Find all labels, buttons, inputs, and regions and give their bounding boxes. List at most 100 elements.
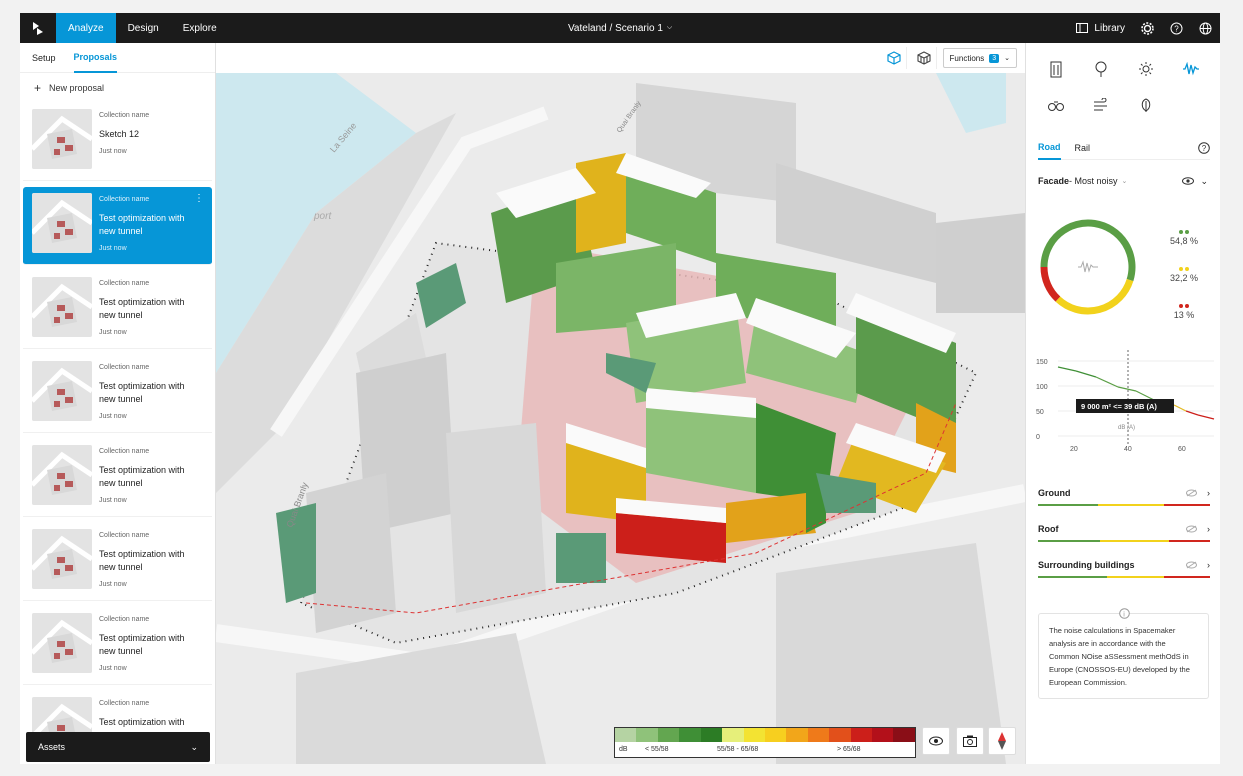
proposal-card[interactable]: Collection name Test optimization with n…: [23, 523, 212, 601]
proposal-card[interactable]: Collection name Test optimization with n…: [23, 187, 212, 265]
tab-analyze[interactable]: Analyze: [56, 13, 116, 43]
eye-icon[interactable]: [1182, 177, 1194, 185]
info-text: The noise calculations in Spacemaker ana…: [1049, 626, 1190, 687]
noise-wave-icon[interactable]: [1181, 59, 1201, 79]
y-tick-label: 50: [1036, 409, 1044, 416]
scenario-selector[interactable]: Vateland / Scenario 1 ⌵: [568, 13, 672, 43]
legend-swatch: [786, 728, 808, 742]
chevron-down-icon: ⌄: [1004, 55, 1010, 62]
surface-section[interactable]: Surrounding buildings ›: [1038, 560, 1210, 570]
svg-text:?: ?: [1202, 144, 1207, 153]
tab-proposals[interactable]: Proposals: [73, 43, 118, 73]
proposal-card[interactable]: Collection name Test optimization with n…: [23, 439, 212, 517]
donut-segment: [1040, 266, 1061, 302]
building-icon[interactable]: [1046, 59, 1066, 79]
legend-swatch: [679, 728, 701, 742]
tab-rail[interactable]: Rail: [1075, 143, 1091, 153]
tab-explore[interactable]: Explore: [171, 13, 229, 43]
noise-area-graph: 150 100 50 0 20 40 60 9 000 m² <= 39 dB (A) dB (…: [1036, 350, 1215, 453]
map-viewport[interactable]: La Seine port Quai Branly Quai Branly dB…: [216, 73, 1025, 764]
facade-donut-chart: [1040, 219, 1136, 315]
tab-design[interactable]: Design: [116, 13, 171, 43]
donut-segment: [1055, 278, 1134, 315]
proposal-thumbnail: [32, 361, 92, 421]
port-label: port: [313, 211, 332, 222]
tree-icon[interactable]: [1091, 59, 1111, 79]
wind-icon[interactable]: [1091, 95, 1111, 115]
donut-segment: [1040, 219, 1136, 282]
legend-low: < 55/58: [645, 745, 669, 753]
legend-color-bar: [615, 728, 915, 742]
top-bar: Analyze Design Explore Vateland / Scenar…: [20, 13, 1220, 43]
functions-count-badge: 3: [989, 53, 1000, 63]
proposal-name: Test optimization with new tunnel: [99, 297, 185, 320]
section-noise-bar: [1038, 576, 1210, 578]
functions-label: Functions: [949, 53, 985, 63]
chevron-right-icon[interactable]: ›: [1207, 560, 1210, 570]
curve-segment: [1173, 404, 1187, 412]
curve-segment: [1185, 410, 1199, 416]
proposal-time: Just now: [99, 665, 127, 672]
more-options-icon[interactable]: ⋮: [194, 193, 204, 204]
noise-legend: dB < 55/58 55/58 - 65/68 > 65/68: [614, 727, 916, 758]
city-scene: La Seine port Quai Branly Quai Branly: [216, 73, 1025, 764]
chevron-right-icon[interactable]: ›: [1207, 488, 1210, 498]
eye-off-icon[interactable]: [1186, 489, 1197, 497]
section-label: Ground: [1038, 488, 1071, 498]
collection-label: Collection name: [99, 196, 150, 203]
proposal-name: Test optimization with new tunnel: [99, 549, 185, 572]
legend-swatch: [636, 728, 658, 742]
legend-high: > 65/68: [837, 745, 861, 753]
tab-road[interactable]: Road: [1038, 136, 1061, 160]
info-icon: i: [1119, 608, 1130, 619]
sun-icon[interactable]: [1136, 59, 1156, 79]
legend-swatch: [872, 728, 894, 742]
eye-off-icon[interactable]: [1186, 525, 1197, 533]
chevron-down-icon[interactable]: ⌄: [1200, 176, 1208, 187]
proposal-time: Just now: [99, 245, 127, 252]
camera-button[interactable]: [956, 727, 984, 755]
x-unit-label: dB (A): [1118, 425, 1135, 431]
legend-swatch: [700, 728, 723, 742]
library-label: Library: [1094, 22, 1125, 34]
proposal-card[interactable]: Collection name Sketch 12 Just now: [23, 103, 212, 181]
3d-view-icon[interactable]: [883, 47, 907, 69]
app-logo[interactable]: [20, 13, 56, 43]
proposal-card[interactable]: Collection name Test optimization with n…: [23, 355, 212, 433]
y-tick-label: 150: [1036, 359, 1048, 366]
proposal-card[interactable]: Collection name Test optimization with n…: [23, 271, 212, 349]
tab-setup[interactable]: Setup: [32, 43, 56, 73]
globe-icon[interactable]: [1199, 22, 1212, 35]
gear-icon[interactable]: [1141, 21, 1154, 35]
library-button[interactable]: Library: [1076, 23, 1125, 34]
surface-section[interactable]: Roof ›: [1038, 524, 1210, 534]
binoculars-icon[interactable]: [1046, 95, 1066, 115]
x-tick-label: 20: [1070, 446, 1078, 453]
surface-section[interactable]: Ground ›: [1038, 488, 1210, 498]
legend-swatch: [764, 728, 787, 742]
buildings-view-icon[interactable]: [913, 47, 937, 69]
facade-percent: 13 %: [1166, 300, 1202, 320]
proposal-thumbnail: [32, 109, 92, 169]
proposal-thumbnail: [32, 193, 92, 253]
x-tick-label: 60: [1178, 446, 1186, 453]
facade-percent: 32,2 %: [1166, 263, 1202, 283]
eye-off-icon[interactable]: [1186, 561, 1197, 569]
eye-icon: [929, 736, 943, 746]
visibility-button[interactable]: [922, 727, 950, 755]
proposal-card[interactable]: Collection name Test optimization with n…: [23, 607, 212, 685]
graph-tooltip-text: 9 000 m² <= 39 dB (A): [1081, 402, 1157, 411]
leaf-cycle-icon[interactable]: [1136, 95, 1156, 115]
help-icon[interactable]: ?: [1198, 142, 1210, 154]
chevron-right-icon[interactable]: ›: [1207, 524, 1210, 534]
new-proposal-button[interactable]: + New proposal: [20, 73, 215, 103]
facade-selector[interactable]: Facade - Most noisy ⌄ ⌄: [1038, 171, 1210, 191]
noise-wave-icon: [1078, 260, 1098, 273]
compass-button[interactable]: [988, 727, 1016, 755]
proposal-thumbnail: [32, 445, 92, 505]
functions-dropdown[interactable]: Functions 3 ⌄: [942, 48, 1017, 68]
help-icon[interactable]: ?: [1170, 22, 1183, 35]
legend-mid: 55/58 - 65/68: [717, 745, 759, 753]
curve-segment: [1075, 370, 1097, 378]
assets-dropdown[interactable]: Assets ⌄: [26, 732, 210, 762]
